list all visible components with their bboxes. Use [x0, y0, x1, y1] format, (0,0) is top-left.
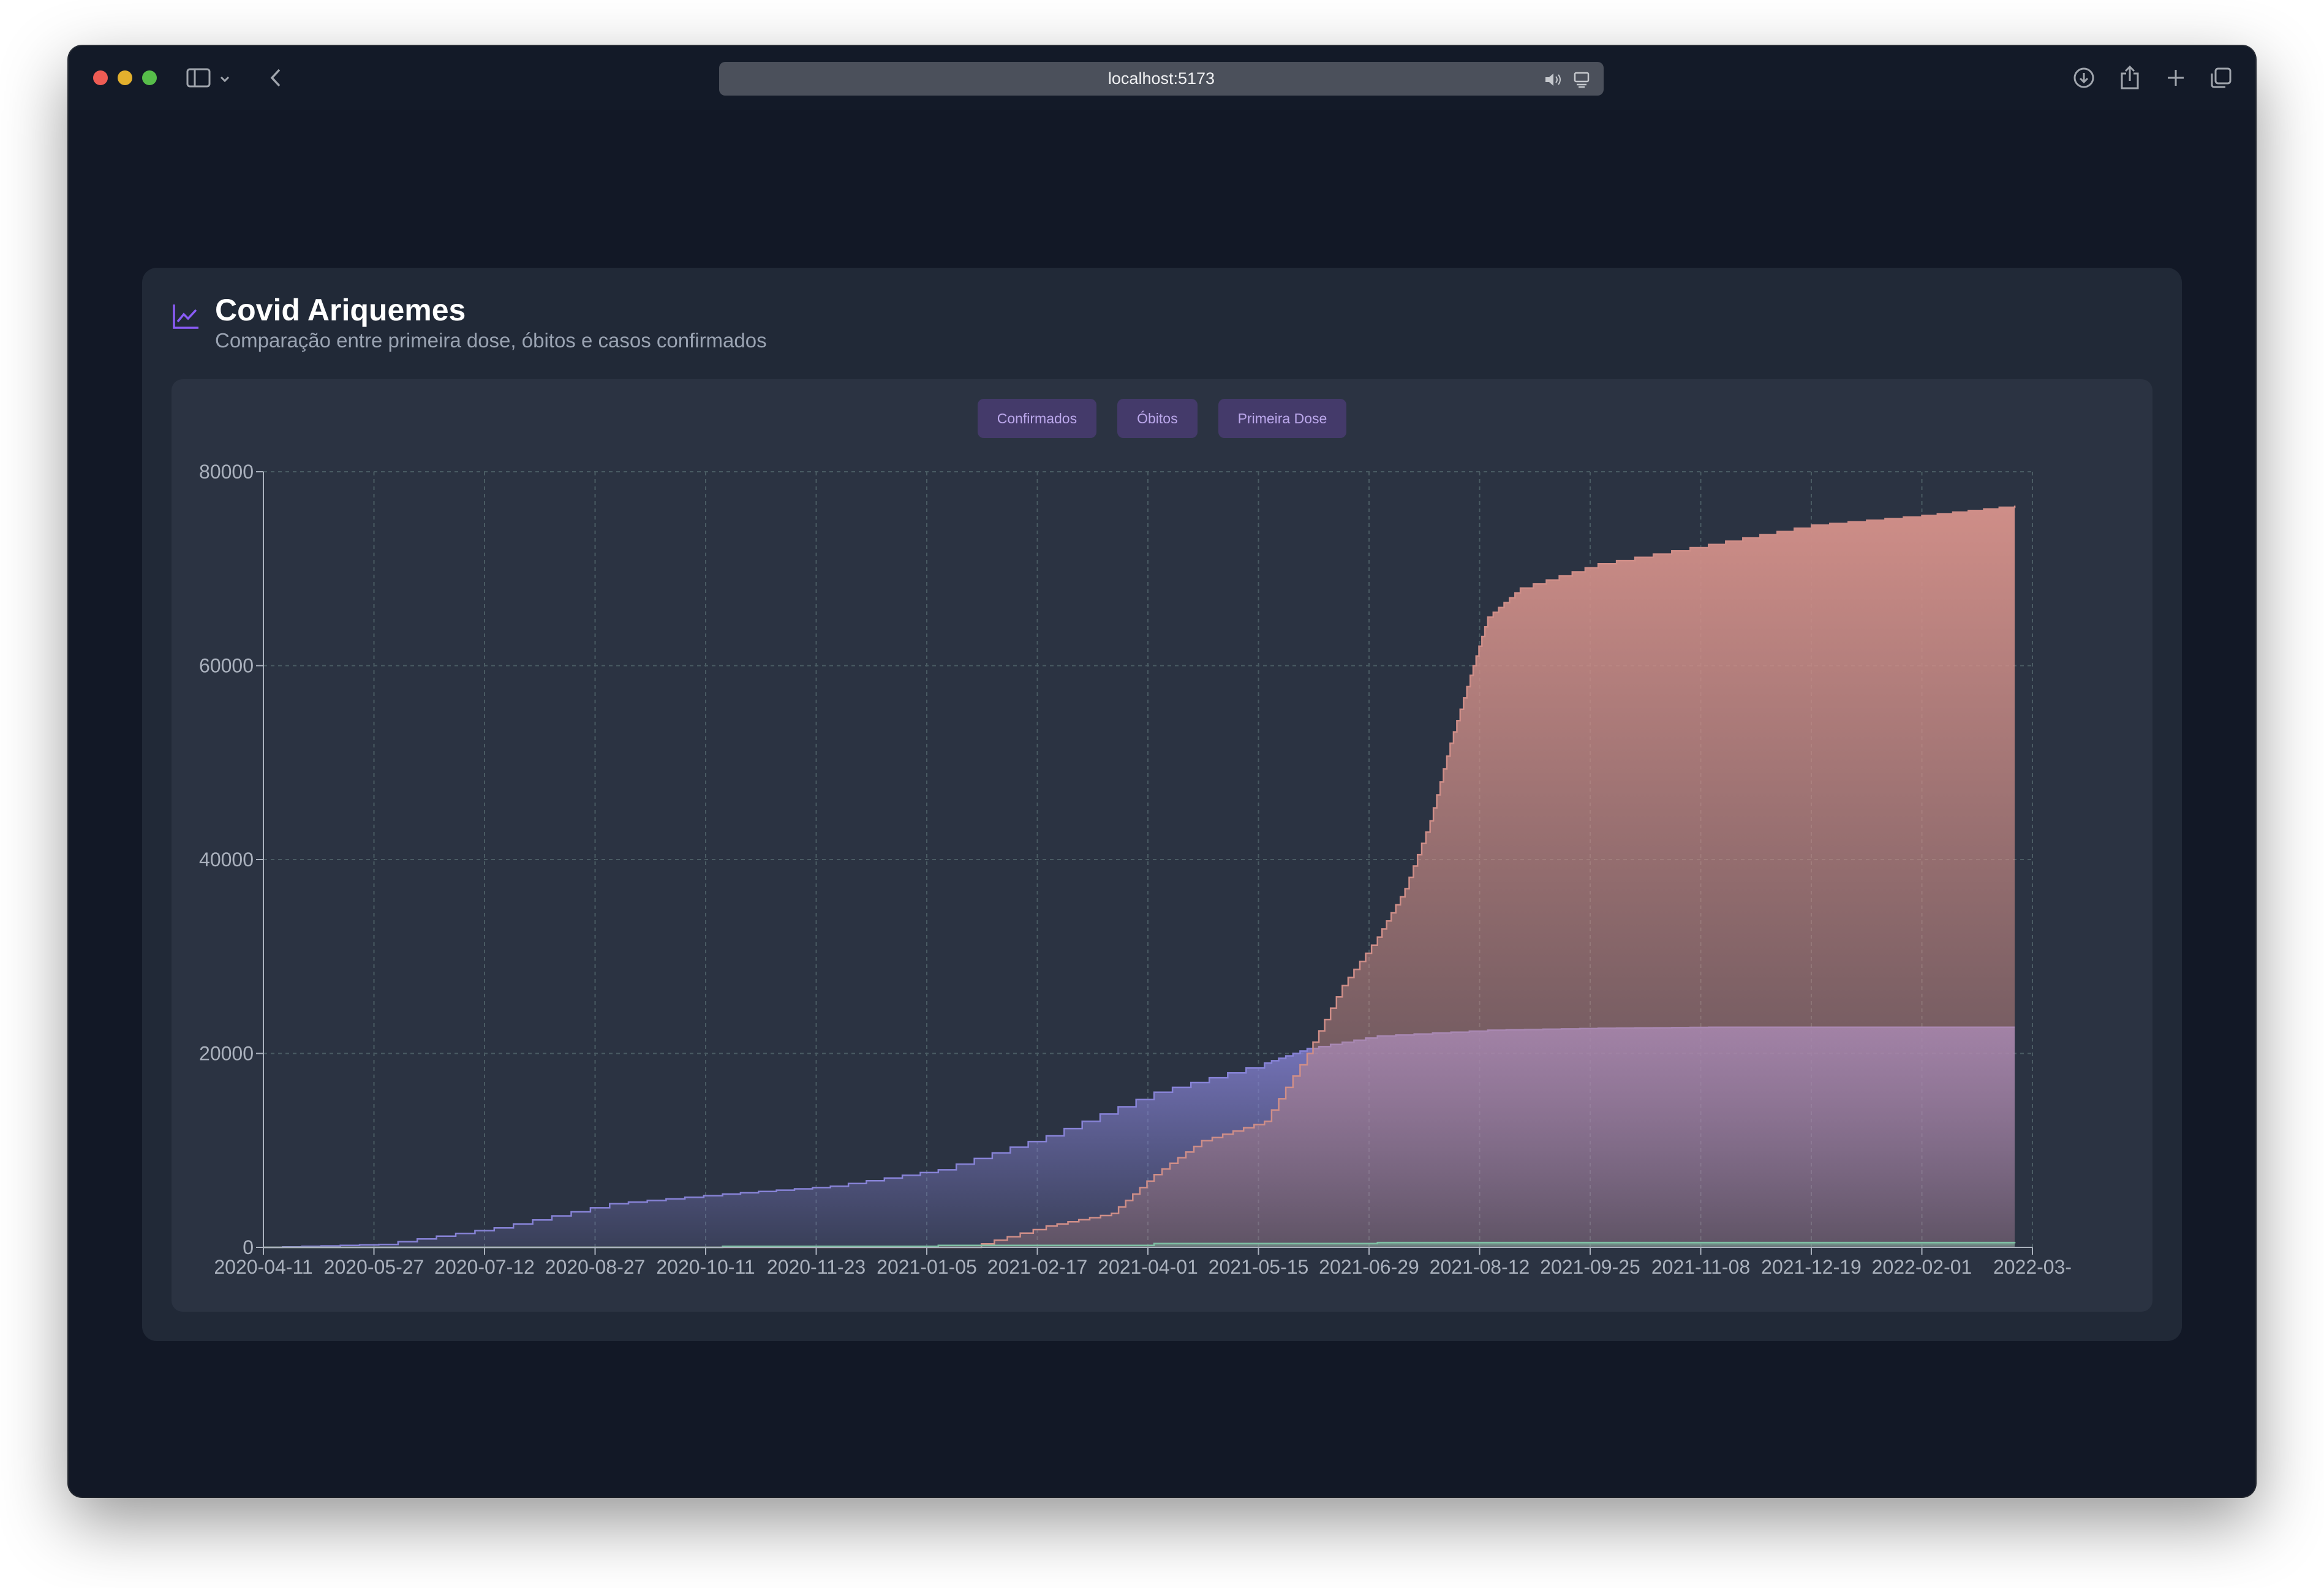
x-tick-label: 2020-05-27: [324, 1256, 424, 1278]
tab-overview-icon[interactable]: [2208, 59, 2235, 96]
browser-window: localhost:5173 Covid Ariquemes Comparaçã…: [69, 46, 2255, 1497]
x-tick-label: 2020-08-27: [545, 1256, 646, 1278]
url-text: localhost:5173: [1107, 69, 1215, 88]
chart-panel: 0 20000 40000 60000 80000 2020-04-11 2020-05-2…: [172, 379, 2152, 1312]
x-tick-label: 2020-10-11: [656, 1256, 755, 1278]
x-tick-label: 2021-08-12: [1430, 1256, 1530, 1278]
x-tick-label: 2020-07-12: [434, 1256, 535, 1278]
legend-obitos-button[interactable]: Óbitos: [1117, 399, 1198, 438]
chart-legend: Confirmados Óbitos Primeira Dose: [172, 399, 2152, 438]
area-chart: 0 20000 40000 60000 80000 2020-04-11 2020-05-2…: [199, 461, 2072, 1278]
x-tick-label: 2021-09-25: [1540, 1256, 1640, 1278]
x-tick-label: 2020-11-23: [767, 1256, 866, 1278]
x-tick-label: 2021-06-29: [1319, 1256, 1419, 1278]
x-tick-label: 2021-12-19: [1761, 1256, 1862, 1278]
x-tick-label: 2021-05-15: [1209, 1256, 1309, 1278]
chart-card: Covid Ariquemes Comparação entre primeir…: [142, 268, 2182, 1341]
chevron-down-icon[interactable]: [216, 59, 234, 96]
download-icon[interactable]: [2070, 59, 2097, 96]
back-arrow-icon[interactable]: [263, 59, 288, 96]
minimize-window-button[interactable]: [118, 70, 132, 85]
reader-icon: [1574, 72, 1590, 88]
y-tick-label: 60000: [199, 655, 254, 677]
chart-series: [263, 505, 2016, 1249]
share-icon[interactable]: [2116, 59, 2143, 96]
close-window-button[interactable]: [93, 70, 108, 85]
y-tick-label: 0: [243, 1236, 254, 1258]
x-tick-label: 2021-02-17: [987, 1256, 1088, 1278]
x-tick-label: 2020-04-11: [214, 1256, 312, 1278]
legend-primeira-dose-button[interactable]: Primeira Dose: [1218, 399, 1347, 438]
y-tick-label: 20000: [199, 1043, 254, 1065]
line-chart-icon: [173, 304, 198, 329]
page-subtitle: Comparação entre primeira dose, óbitos e…: [215, 329, 767, 352]
x-tick-label: 2021-11-08: [1651, 1256, 1750, 1278]
sidebar-toggle-icon[interactable]: [185, 59, 212, 96]
x-tick-label: 2021-04-01: [1098, 1256, 1198, 1278]
browser-toolbar: localhost:5173: [69, 46, 2255, 110]
speaker-icon: [1545, 74, 1561, 86]
legend-confirmados-button[interactable]: Confirmados: [977, 399, 1097, 438]
y-tick-label: 80000: [199, 461, 254, 483]
x-tick-label: 2021-01-05: [877, 1256, 977, 1278]
x-tick-label: 2022-03-: [1993, 1256, 2072, 1278]
maximize-window-button[interactable]: [142, 70, 157, 85]
page-title: Covid Ariquemes: [215, 293, 466, 327]
address-bar-actions: [1544, 62, 1590, 96]
x-tick-label: 2022-02-01: [1872, 1256, 1972, 1278]
new-tab-icon[interactable]: [2162, 59, 2189, 96]
y-tick-label: 40000: [199, 849, 254, 871]
address-bar[interactable]: localhost:5173: [719, 62, 1604, 96]
